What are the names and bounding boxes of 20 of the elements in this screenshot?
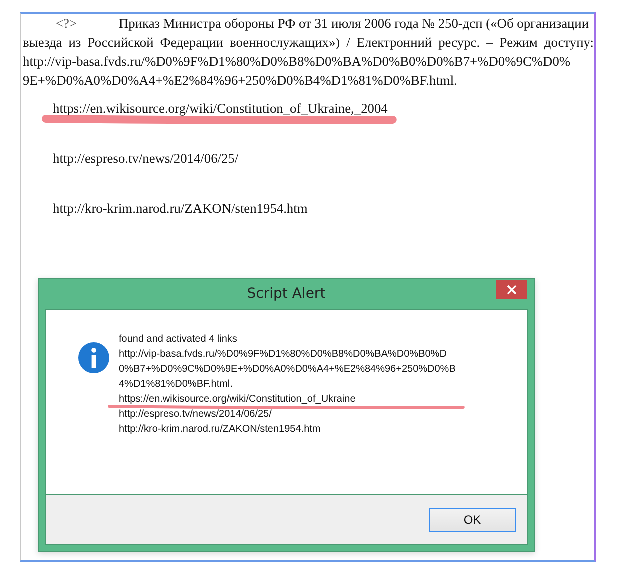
link-text: http://espreso.tv/news/2014/06/25/ bbox=[53, 151, 239, 166]
dialog-title: Script Alert bbox=[247, 284, 326, 304]
close-button[interactable] bbox=[496, 280, 527, 299]
document-text: http://vip-basa.fvds.ru/%D0%9F%D1%80%D0%B8%D0%BA%D0%B0%D0%B7+%D0%9C%D0% bbox=[22, 53, 572, 71]
message-text: http://espreso.tv/news/2014/06/25/ bbox=[119, 409, 273, 421]
close-icon bbox=[506, 284, 516, 294]
message-text: http://vip-basa.fvds.ru/%D0%9F%D1%80%D0%B8%D0%BA%D0%B0%D bbox=[119, 349, 448, 361]
marker-text: <?> bbox=[55, 15, 78, 33]
document-text: выезда из Российской Федерации военнослужащих») / Електронний ресурс. – Режим доступу: bbox=[22, 34, 594, 52]
ok-button[interactable]: OK bbox=[429, 508, 516, 532]
link-text: https://en.wikisource.org/wiki/Constitution_of_Ukraine,_2004 bbox=[53, 101, 388, 116]
document-text: 9E+%D0%A0%D0%A4+%E2%84%96+250%D0%B4%D1%81%D0%BF.html. bbox=[22, 72, 458, 90]
info-icon bbox=[78, 342, 110, 374]
message-text: https://en.wikisource.org/wiki/Constitution_of_Ukraine bbox=[119, 394, 357, 406]
link-text: http://kro-krim.narod.ru/ZAKON/sten1954.htm bbox=[53, 201, 308, 216]
document-text: Приказ Министра обороны РФ от 31 июля 2006 года № 250-дсп («Об организации bbox=[119, 16, 590, 31]
message-text: found and activated 4 links bbox=[119, 334, 238, 346]
message-text: 4%D1%81%D0%BF.html. bbox=[119, 379, 234, 391]
message-text: http://kro-krim.narod.ru/ZAKON/sten1954.htm bbox=[119, 424, 322, 436]
message-text: 0%B7+%D0%9C%D0%9E+%D0%A0%D0%A4+%E2%84%96+250%D0%B bbox=[119, 364, 456, 376]
